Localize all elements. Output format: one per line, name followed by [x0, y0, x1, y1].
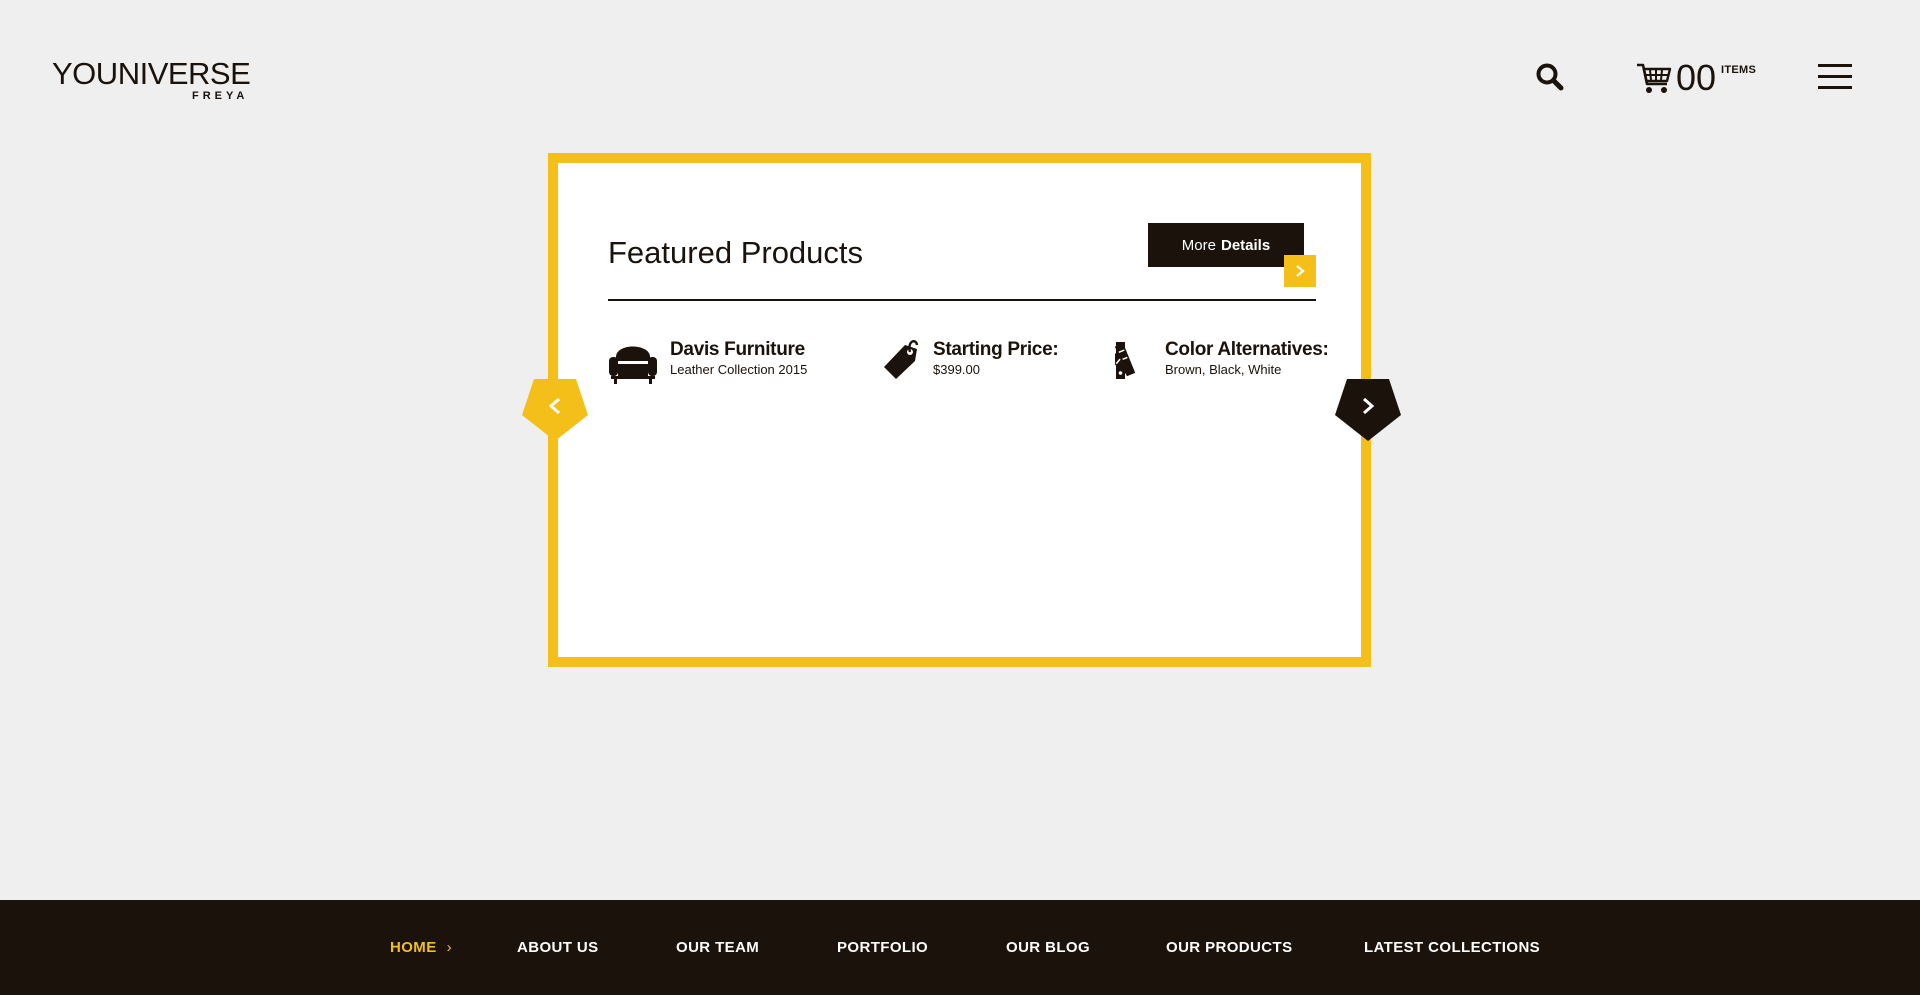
footer-nav-bar: HOME › ABOUT US OUR TEAM PORTFOLIO OUR BL…	[0, 900, 1920, 995]
search-icon[interactable]	[1535, 62, 1565, 92]
feature-colors-list: Brown, Black, White	[1165, 362, 1282, 377]
nav-our-blog[interactable]: OUR BLOG	[1006, 900, 1090, 995]
color-swatches-icon	[1115, 342, 1136, 379]
feature-price-value: $399.00	[933, 362, 980, 377]
more-details-button[interactable]: More Details	[1148, 223, 1304, 267]
feature-colors-title: Color Alternatives:	[1165, 339, 1329, 360]
chevron-right-icon: ›	[446, 939, 453, 956]
more-details-label-bold: Details	[1220, 236, 1271, 254]
site-logo[interactable]: YOUNIVERSE FREYA	[52, 56, 251, 102]
nav-portfolio[interactable]: PORTFOLIO	[837, 900, 928, 995]
featured-products-card: Featured Products More Details Davis Fur…	[548, 153, 1371, 667]
feature-brand-subtitle: Leather Collection 2015	[670, 362, 808, 377]
title-divider	[608, 299, 1316, 301]
feature-price: Starting Price: $399.00	[883, 339, 1059, 381]
armchair-icon	[609, 346, 657, 384]
cart-count: 00	[1676, 57, 1717, 98]
carousel-prev-button[interactable]	[522, 379, 588, 441]
featured-title: Featured Products	[608, 235, 864, 270]
carousel-next-button[interactable]	[1335, 379, 1401, 441]
feature-colors: Color Alternatives: Brown, Black, White	[1115, 339, 1329, 381]
cart-items-label: ITEMS	[1721, 64, 1757, 76]
hamburger-menu-icon[interactable]	[1818, 64, 1852, 90]
feature-price-title: Starting Price:	[933, 339, 1059, 360]
nav-latest-collections[interactable]: LATEST COLLECTIONS	[1364, 900, 1540, 995]
price-tag-icon	[884, 340, 919, 379]
logo-subtitle: FREYA	[192, 90, 249, 102]
nav-our-products[interactable]: OUR PRODUCTS	[1166, 900, 1292, 995]
shopping-cart-icon	[1637, 63, 1672, 93]
more-details-label-regular: More	[1181, 236, 1216, 254]
feature-brand: Davis Furniture Leather Collection 2015	[608, 339, 807, 385]
nav-home[interactable]: HOME ›	[390, 900, 452, 995]
cart-button[interactable]: 00 ITEMS	[1636, 56, 1756, 96]
nav-about-us[interactable]: ABOUT US	[517, 900, 599, 995]
feature-brand-title: Davis Furniture	[670, 339, 805, 360]
nav-our-team[interactable]: OUR TEAM	[676, 900, 759, 995]
more-details-arrow-icon[interactable]	[1284, 255, 1316, 287]
logo-wordmark: YOUNIVERSE	[52, 56, 251, 91]
